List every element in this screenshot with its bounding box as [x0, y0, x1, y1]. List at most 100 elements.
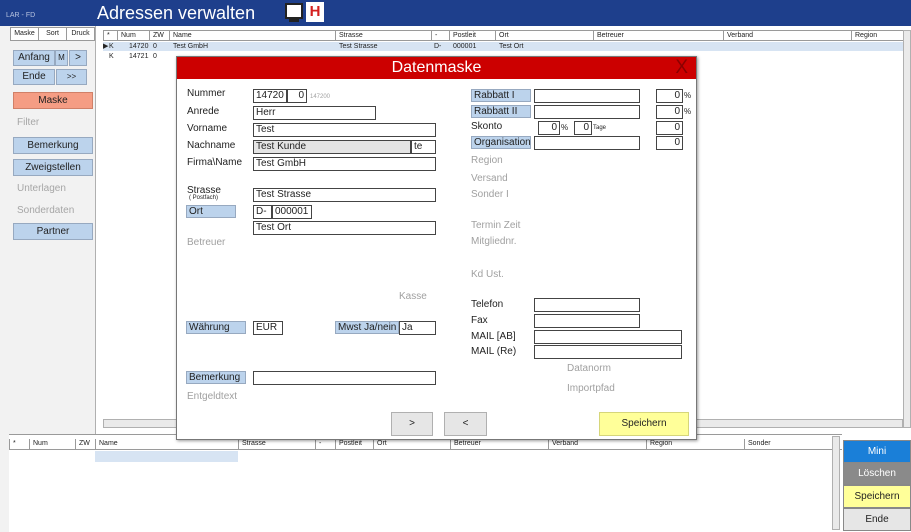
rabatt2-field[interactable]: 0	[656, 105, 683, 119]
col-name[interactable]: Name	[169, 31, 335, 41]
bemerkung-field[interactable]	[253, 371, 436, 385]
waehrung-label[interactable]: Währung	[186, 321, 246, 334]
rabatt2-label[interactable]: Rabbatt II	[471, 105, 531, 118]
bemerkung-button[interactable]: Bemerkung	[13, 137, 93, 154]
skonto-pct-unit: %	[561, 123, 569, 132]
betreuer-label[interactable]: Betreuer	[187, 237, 225, 248]
m-button[interactable]: M	[55, 50, 68, 66]
next-record-button[interactable]: >	[69, 50, 87, 66]
plz-field[interactable]: 000001	[272, 205, 312, 219]
nachname-field[interactable]: Test Kunde	[253, 140, 411, 154]
mwst-label[interactable]: Mwst Ja/nein	[335, 321, 399, 334]
col-region[interactable]: Region	[851, 31, 907, 41]
partner-button[interactable]: Partner	[13, 223, 93, 240]
organisation-label[interactable]: Organisation	[471, 136, 531, 149]
bottom-grid-selected-cell[interactable]	[95, 451, 238, 462]
skonto-tage-field[interactable]: 0	[574, 121, 592, 135]
col-verband[interactable]: Verband	[723, 31, 851, 41]
speichern-button[interactable]: Speichern	[599, 412, 689, 436]
strasse-field[interactable]: Test Strasse	[253, 188, 436, 202]
anfang-button[interactable]: Anfang	[13, 50, 55, 66]
tab-druck[interactable]: Druck	[67, 28, 94, 40]
mail-ab-field[interactable]	[534, 330, 682, 344]
col-marker[interactable]: *	[103, 31, 117, 41]
firma-field[interactable]: Test GmbH	[253, 157, 436, 171]
maske-button[interactable]: Maske	[13, 92, 93, 109]
skonto-right-field[interactable]: 0	[656, 121, 683, 135]
organisation-field[interactable]	[534, 136, 640, 150]
rabatt1-text-field[interactable]	[534, 89, 640, 103]
close-button[interactable]: X	[675, 57, 688, 79]
col-land[interactable]: -	[431, 31, 449, 41]
col-betreuer[interactable]: Betreuer	[593, 31, 723, 41]
table-row[interactable]: ▶ K 14720 0 Test GmbH Test Strasse D- 00…	[103, 42, 911, 51]
bcol-region[interactable]: Region	[646, 439, 744, 449]
bcol-num[interactable]: Num	[29, 439, 75, 449]
nummer-field[interactable]: 14720	[253, 89, 287, 103]
prev-button[interactable]: <	[444, 412, 487, 436]
bcol-zw[interactable]: ZW	[75, 439, 95, 449]
bcol-name[interactable]: Name	[95, 439, 238, 449]
datenmaske-dialog: Datenmaske X Nummer 14720 0 147200 Anred…	[176, 56, 697, 440]
nachname-suffix-field[interactable]: te	[411, 140, 436, 154]
ende-nav-button[interactable]: Ende	[13, 69, 55, 85]
anrede-field[interactable]: Herr	[253, 106, 376, 120]
ende-button[interactable]: Ende	[843, 508, 911, 531]
col-strasse[interactable]: Strasse	[335, 31, 431, 41]
row-land: D-	[434, 43, 442, 50]
rabatt1-label[interactable]: Rabbatt I	[471, 89, 531, 102]
waehrung-field[interactable]: EUR	[253, 321, 283, 335]
filter-label[interactable]: Filter	[17, 117, 39, 128]
mini-button[interactable]: Mini	[843, 440, 911, 463]
unterlagen-label[interactable]: Unterlagen	[17, 183, 66, 194]
telefon-field[interactable]	[534, 298, 640, 312]
bcol-land[interactable]: -	[315, 439, 335, 449]
mail-ab-label: MAIL [AB]	[471, 331, 516, 342]
tab-maske[interactable]: Maske	[11, 28, 39, 40]
bemerkung-label[interactable]: Bemerkung	[186, 371, 246, 384]
loeschen-button[interactable]: Löschen	[843, 462, 911, 485]
versand-label: Versand	[471, 173, 508, 184]
mwst-field[interactable]: Ja	[399, 321, 436, 335]
nummer-zw-field[interactable]: 0	[287, 89, 307, 103]
rabatt1-field[interactable]: 0	[656, 89, 683, 103]
sonderdaten-label[interactable]: Sonderdaten	[17, 205, 74, 216]
col-ort[interactable]: Ort	[495, 31, 593, 41]
next-button[interactable]: >	[391, 412, 433, 436]
tab-sort[interactable]: Sort	[39, 28, 67, 40]
bottom-grid-scrollbar[interactable]	[832, 436, 840, 530]
organisation-right-field[interactable]: 0	[656, 136, 683, 150]
col-zw[interactable]: ZW	[149, 31, 169, 41]
ort-label[interactable]: Ort	[186, 205, 236, 218]
monitor-icon[interactable]	[285, 3, 303, 22]
row-ort: Test Ort	[499, 43, 524, 50]
mail-re-field[interactable]	[534, 345, 682, 359]
last-record-button[interactable]: >>	[56, 69, 87, 85]
vorname-label: Vorname	[187, 123, 228, 134]
bcol-betreuer[interactable]: Betreuer	[450, 439, 548, 449]
help-button[interactable]: H	[306, 2, 324, 22]
skonto-pct-field[interactable]: 0	[538, 121, 560, 135]
row-strasse: Test Strasse	[339, 43, 378, 50]
bcol-sonder[interactable]: Sonder	[744, 439, 830, 449]
window-title: Adressen verwalten	[97, 3, 256, 23]
bcol-ort[interactable]: Ort	[373, 439, 450, 449]
col-num[interactable]: Num	[117, 31, 149, 41]
strasse-sub-label: ( Postfach)	[189, 195, 219, 201]
row-plz: 000001	[453, 43, 477, 50]
bcol-strasse[interactable]: Strasse	[238, 439, 315, 449]
speichern-main-button[interactable]: Speichern	[843, 485, 911, 508]
rabatt2-text-field[interactable]	[534, 105, 640, 119]
zweigstellen-button[interactable]: Zweigstellen	[13, 159, 93, 176]
vorname-field[interactable]: Test	[253, 123, 436, 137]
ort-field[interactable]: Test Ort	[253, 221, 436, 235]
col-postleit[interactable]: Postleit	[449, 31, 495, 41]
bcol-postleit[interactable]: Postleit	[335, 439, 373, 449]
grid-vertical-scrollbar[interactable]	[903, 30, 911, 428]
bcol-marker[interactable]: *	[9, 439, 29, 449]
land-field[interactable]: D-	[253, 205, 272, 219]
importpfad-label: Importpfad	[567, 383, 615, 394]
bcol-verband[interactable]: Verband	[548, 439, 646, 449]
fax-field[interactable]	[534, 314, 640, 328]
row-num: 14720	[129, 43, 149, 50]
